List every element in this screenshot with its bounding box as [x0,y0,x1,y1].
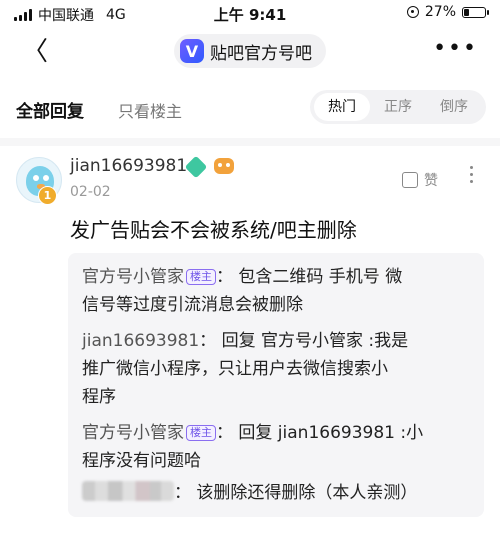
gamepad-badge-icon [214,158,234,174]
op-tag: 楼主 [186,425,216,441]
status-bar: 中国联通 4G 上午 9:41 27% [0,0,500,28]
like-label: 赞 [424,173,438,189]
level-badge: 1 [38,186,57,205]
sub-replies-box: 官方号小管家 楼主： 包含二维码 手机号 微 信号等过度引流消息会被删除 jian… [68,253,484,517]
reply-filter-bar: 全部回复 只看楼主 热门 正序 倒序 [0,86,500,130]
sort-hot[interactable]: 热门 [314,93,370,121]
sub-reply[interactable]: ： 该删除还得删除（本人亲测） [82,479,472,507]
sub-reply-author[interactable]: 官方号小管家 [82,423,184,443]
sub-reply[interactable]: 官方号小管家 楼主： 包含二维码 手机号 微 信号等过度引流消息会被删除 [82,263,472,319]
sort-ascending[interactable]: 正序 [370,93,426,121]
separator: ： [216,267,233,287]
post-date: 02-02 [70,184,111,200]
sub-reply-text: 推广微信小程序，只让用户去微信搜索小 [82,359,388,379]
separator: ： [199,331,217,351]
blurred-username [82,481,174,501]
rotation-lock-icon [406,6,419,18]
op-tag: 楼主 [186,269,216,285]
sub-reply-text: 程序没有问题哈 [82,451,201,471]
separator: ： [216,423,233,443]
username[interactable]: jian16693981 [70,156,187,176]
nav-bar: 〈 V 贴吧官方号吧 ••• [0,28,500,76]
sub-reply-text: 该删除还得删除（本人亲测） [196,483,418,503]
post-content: 发广告贴会不会被系统/吧主删除 [70,218,357,242]
sort-descending[interactable]: 倒序 [426,93,482,121]
status-right: 27% [406,4,489,20]
tab-all-replies[interactable]: 全部回复 [16,97,84,122]
sort-segmented-control: 热门 正序 倒序 [310,90,486,124]
avatar-eye-left [33,175,39,181]
sub-reply-author[interactable]: 官方号小管家 [82,267,184,287]
forum-title-pill[interactable]: V 贴吧官方号吧 [174,34,326,68]
gem-badge-icon [184,155,208,179]
tab-only-op[interactable]: 只看楼主 [118,98,182,122]
forum-logo-icon: V [180,39,204,63]
back-button[interactable]: 〈 [22,39,48,65]
avatar-eye-right [43,175,49,181]
battery-percent: 27% [424,4,456,20]
separator: ： [174,483,191,503]
forum-title: 贴吧官方号吧 [210,43,312,64]
sub-reply-author[interactable]: jian16693981 [82,331,199,351]
like-button[interactable]: 赞 [402,170,438,190]
thumbs-up-icon [402,172,418,188]
sub-reply[interactable]: 官方号小管家 楼主： 回复 jian16693981 :小 程序没有问题哈 [82,419,472,475]
sub-reply-text: 回复 官方号小管家 :我是 [221,331,409,351]
section-divider [0,138,500,146]
sub-reply-text: 回复 jian16693981 :小 [238,423,424,443]
more-menu-button[interactable]: ••• [433,36,478,61]
sub-reply-text: 包含二维码 手机号 微 [238,267,403,287]
sub-reply-text: 信号等过度引流消息会被删除 [82,295,303,315]
battery-fill [464,8,469,16]
battery-icon [462,6,489,18]
sub-reply[interactable]: jian16693981： 回复 官方号小管家 :我是 推广微信小程序，只让用户… [82,327,472,411]
post-more-icon[interactable] [470,166,474,183]
sub-reply-text: 程序 [82,387,116,407]
